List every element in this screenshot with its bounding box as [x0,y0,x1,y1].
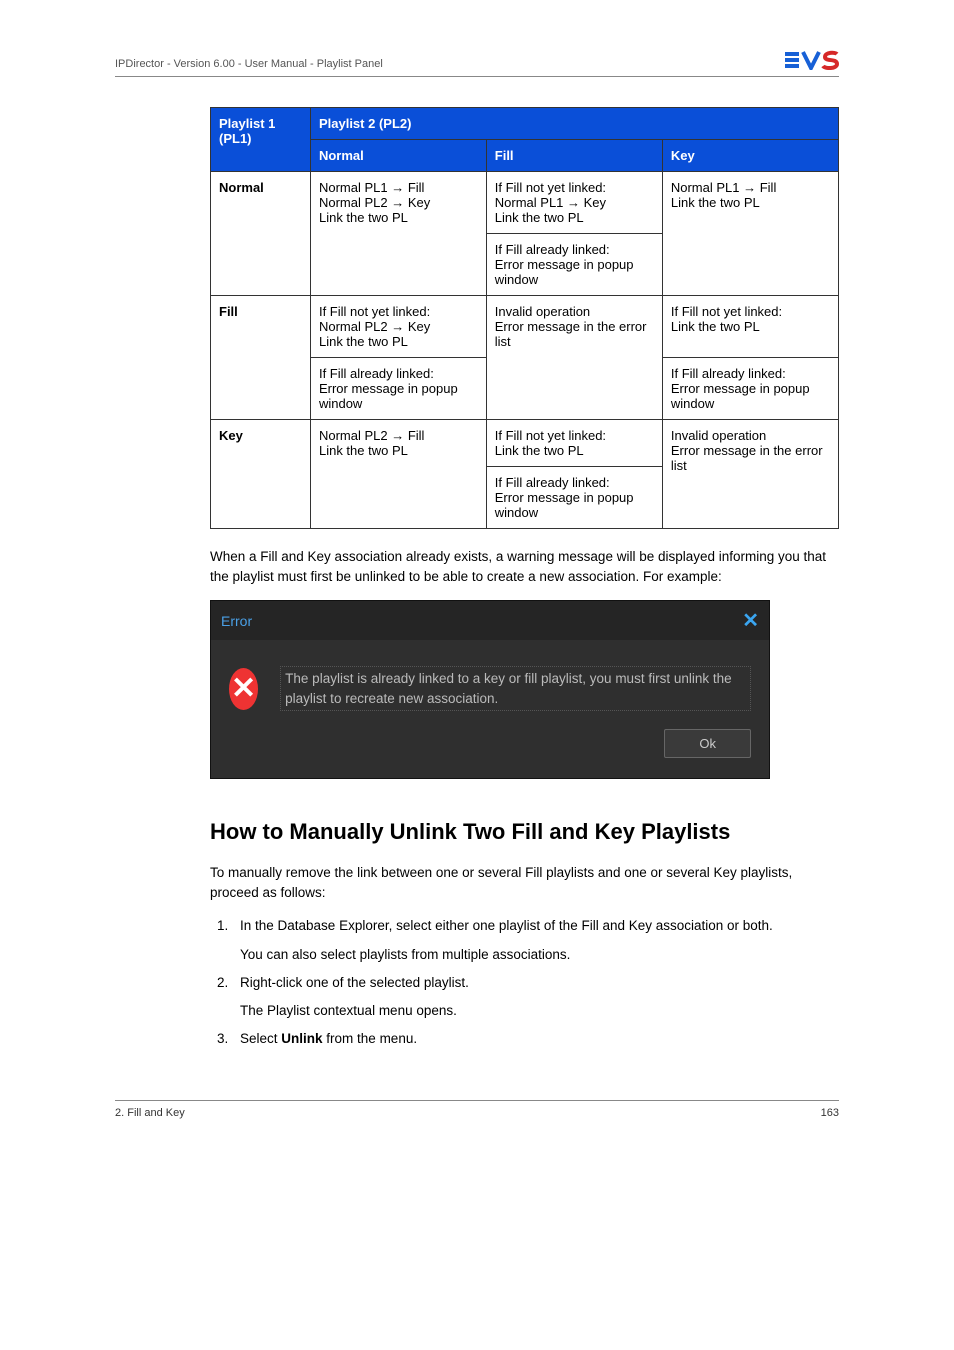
step-2: Right-click one of the selected playlist… [232,973,839,1022]
footer-right: 163 [821,1107,839,1119]
cell-key-fill-a: If Fill not yet linked:Link the two PL [486,420,662,467]
th-key: Key [662,140,838,172]
dialog-actions: Ok [211,729,769,778]
step-3: Select Unlink from the menu. [232,1029,839,1049]
close-icon[interactable]: ✕ [742,608,759,633]
cell-fill-key-a: If Fill not yet linked:Link the two PL [662,296,838,358]
step-3-post: from the menu. [323,1031,418,1046]
step-list: In the Database Explorer, select either … [210,916,839,1049]
page-header: IPDirector - Version 6.00 - User Manual … [115,50,839,77]
row-key-label: Key [211,420,311,529]
step-1: In the Database Explorer, select either … [232,916,839,965]
section-title: How to Manually Unlink Two Fill and Key … [210,819,839,845]
section-intro: To manually remove the link between one … [210,863,839,902]
cell-normal-fill-b: If Fill already linked:Error message in … [486,234,662,296]
footer-left: 2. Fill and Key [115,1107,185,1119]
cell-key-key: Invalid operationError message in the er… [662,420,838,529]
th-fill: Fill [486,140,662,172]
error-icon: ✕ [229,668,258,710]
step-3-pre: Select [240,1031,281,1046]
header-text: IPDirector - Version 6.00 - User Manual … [115,58,383,70]
logo-evs [785,50,839,70]
cell-key-fill-b: If Fill already linked:Error message in … [486,467,662,529]
th-pl1: Playlist 1 (PL1) [211,108,311,172]
cell-fill-normal-a: If Fill not yet linked:Normal PL2 → KeyL… [310,296,486,358]
step-2-text: Right-click one of the selected playlist… [240,975,469,990]
th-pl2: Playlist 2 (PL2) [310,108,838,140]
fill-key-matrix-table: Playlist 1 (PL1) Playlist 2 (PL2) Normal… [210,107,839,529]
ok-button[interactable]: Ok [664,729,751,758]
step-2-sub: The Playlist contextual menu opens. [240,1001,839,1021]
cell-fill-fill: Invalid operationError message in the er… [486,296,662,420]
page-footer: 2. Fill and Key 163 [115,1100,839,1119]
dialog-title-text: Error [221,613,252,629]
step-1-sub: You can also select playlists from multi… [240,945,839,965]
dialog-body: ✕ The playlist is already linked to a ke… [211,640,769,729]
error-dialog: Error ✕ ✕ The playlist is already linked… [210,600,770,779]
dialog-message: The playlist is already linked to a key … [280,666,751,711]
step-3-bold: Unlink [281,1031,322,1046]
row-normal-label: Normal [211,172,311,296]
cell-normal-normal: Normal PL1 → FillNormal PL2 → KeyLink th… [310,172,486,296]
cell-normal-fill-a: If Fill not yet linked:Normal PL1 → KeyL… [486,172,662,234]
cell-fill-normal-b: If Fill already linked:Error message in … [310,358,486,420]
row-fill-label: Fill [211,296,311,420]
warning-paragraph: When a Fill and Key association already … [210,547,839,586]
cell-fill-key-b: If Fill already linked:Error message in … [662,358,838,420]
dialog-titlebar: Error ✕ [211,601,769,640]
th-normal: Normal [310,140,486,172]
cell-normal-key: Normal PL1 → FillLink the two PL [662,172,838,296]
cell-key-normal: Normal PL2 → FillLink the two PL [310,420,486,529]
step-1-text: In the Database Explorer, select either … [240,918,773,933]
